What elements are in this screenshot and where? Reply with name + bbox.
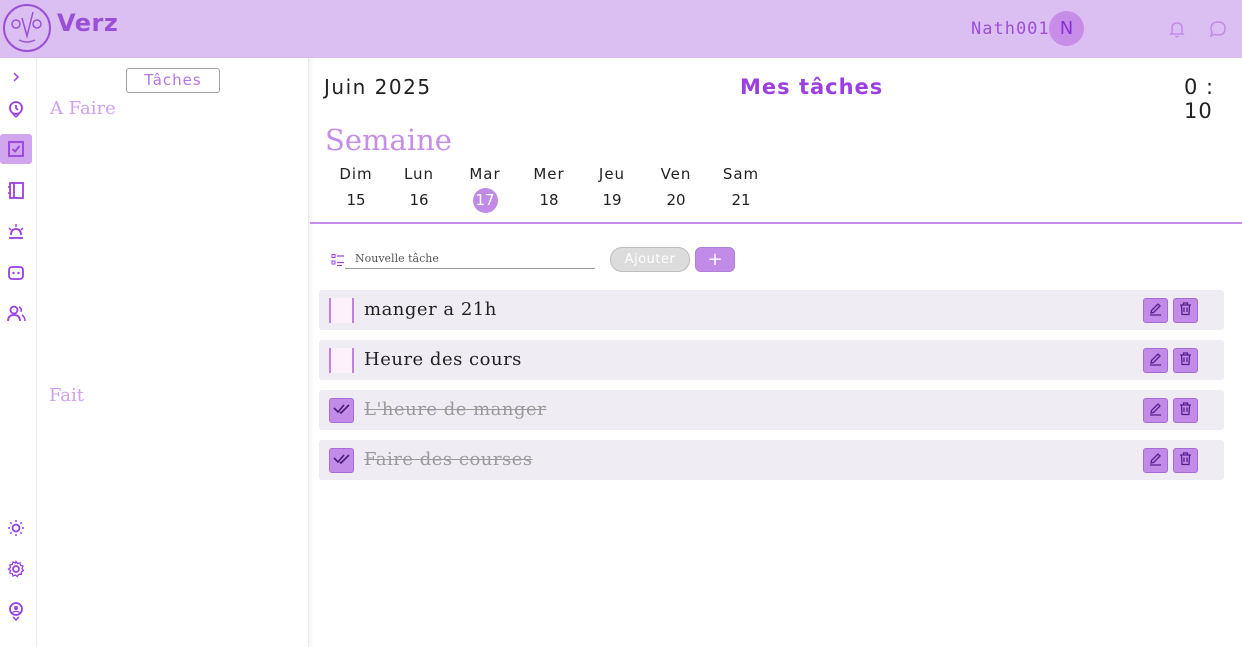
clock-icon[interactable] — [0, 94, 32, 124]
task-text: Faire des courses — [364, 449, 533, 470]
trash-icon — [1178, 401, 1193, 420]
trash-icon — [1178, 301, 1193, 320]
pencil-icon — [1148, 301, 1163, 320]
task-checkbox-checked[interactable] — [329, 398, 354, 423]
week-title: Semaine — [325, 123, 452, 157]
day-number-today: 17 — [472, 188, 498, 213]
gear-icon[interactable] — [0, 554, 32, 584]
day-number: 15 — [346, 191, 366, 209]
task-row: Heure des cours — [319, 340, 1224, 380]
nav-rail — [0, 58, 34, 647]
day-lun[interactable]: Lun 16 — [394, 165, 444, 213]
delete-button[interactable] — [1173, 348, 1198, 373]
task-text: manger a 21h — [364, 299, 497, 320]
day-dim[interactable]: Dim 15 — [331, 165, 381, 213]
pencil-icon — [1148, 451, 1163, 470]
edit-button[interactable] — [1143, 298, 1168, 323]
users-icon[interactable] — [0, 298, 32, 328]
logo-icon[interactable] — [3, 4, 51, 52]
day-name: Dim — [339, 165, 373, 183]
day-name: Sam — [722, 165, 760, 183]
task-row: L'heure de manger — [319, 390, 1224, 430]
pencil-icon — [1148, 351, 1163, 370]
day-mer[interactable]: Mer 18 — [524, 165, 574, 213]
app-name: Verz — [57, 9, 119, 37]
day-number: 20 — [666, 191, 686, 209]
divider — [310, 222, 1242, 224]
username[interactable]: Nath001 — [971, 19, 1050, 39]
task-checkbox[interactable] — [329, 298, 354, 323]
day-number: 16 — [409, 191, 429, 209]
add-button[interactable]: Ajouter — [610, 247, 690, 272]
day-jeu[interactable]: Jeu 19 — [587, 165, 637, 213]
delete-button[interactable] — [1173, 298, 1198, 323]
tasks-icon[interactable] — [0, 134, 32, 164]
day-name: Mer — [533, 165, 565, 183]
day-mar[interactable]: Mar 17 — [460, 165, 510, 213]
sunrise-icon[interactable] — [0, 216, 32, 246]
day-ven[interactable]: Ven 20 — [651, 165, 701, 213]
day-number: 18 — [539, 191, 559, 209]
task-side-panel: Tâches A Faire Fait — [36, 58, 309, 647]
clock: 0 : 10 — [1184, 75, 1215, 123]
task-row: manger a 21h — [319, 290, 1224, 330]
plus-button[interactable]: + — [695, 247, 735, 272]
task-text: Heure des cours — [364, 349, 522, 370]
day-number: 21 — [731, 191, 751, 209]
day-name: Lun — [403, 165, 435, 183]
task-checkbox[interactable] — [329, 348, 354, 373]
day-sam[interactable]: Sam 21 — [716, 165, 766, 213]
main-content: Juin 2025 Mes tâches 0 : 10 Semaine Dim … — [310, 58, 1242, 647]
current-month: Juin 2025 — [324, 75, 432, 99]
delete-button[interactable] — [1173, 448, 1198, 473]
todo-section-label: A Faire — [50, 98, 116, 119]
notebook-icon[interactable] — [0, 175, 32, 205]
edit-button[interactable] — [1143, 448, 1168, 473]
task-text: L'heure de manger — [364, 399, 547, 420]
day-number: 19 — [602, 191, 622, 209]
edit-button[interactable] — [1143, 398, 1168, 423]
day-name: Mar — [469, 165, 501, 183]
tab-taches[interactable]: Tâches — [126, 68, 220, 93]
page-title: Mes tâches — [740, 75, 884, 99]
new-task-input[interactable] — [345, 248, 595, 269]
list-icon — [331, 252, 345, 267]
trash-icon — [1178, 351, 1193, 370]
pencil-icon — [1148, 401, 1163, 420]
task-row: Faire des courses — [319, 440, 1224, 480]
bot-icon[interactable] — [0, 257, 32, 287]
day-name: Jeu — [598, 165, 626, 183]
top-bar: Verz Nath001 N — [0, 0, 1242, 58]
chat-icon[interactable] — [1208, 19, 1228, 39]
sun-icon[interactable] — [0, 513, 32, 543]
trash-icon — [1178, 451, 1193, 470]
double-check-icon — [332, 401, 351, 420]
location-icon[interactable] — [0, 596, 32, 626]
task-checkbox-checked[interactable] — [329, 448, 354, 473]
edit-button[interactable] — [1143, 348, 1168, 373]
bell-icon[interactable] — [1167, 19, 1187, 39]
day-name: Ven — [660, 165, 692, 183]
done-section-label: Fait — [49, 385, 84, 406]
delete-button[interactable] — [1173, 398, 1198, 423]
chevron-right-icon[interactable] — [0, 62, 32, 92]
avatar[interactable]: N — [1049, 11, 1084, 46]
double-check-icon — [332, 451, 351, 470]
